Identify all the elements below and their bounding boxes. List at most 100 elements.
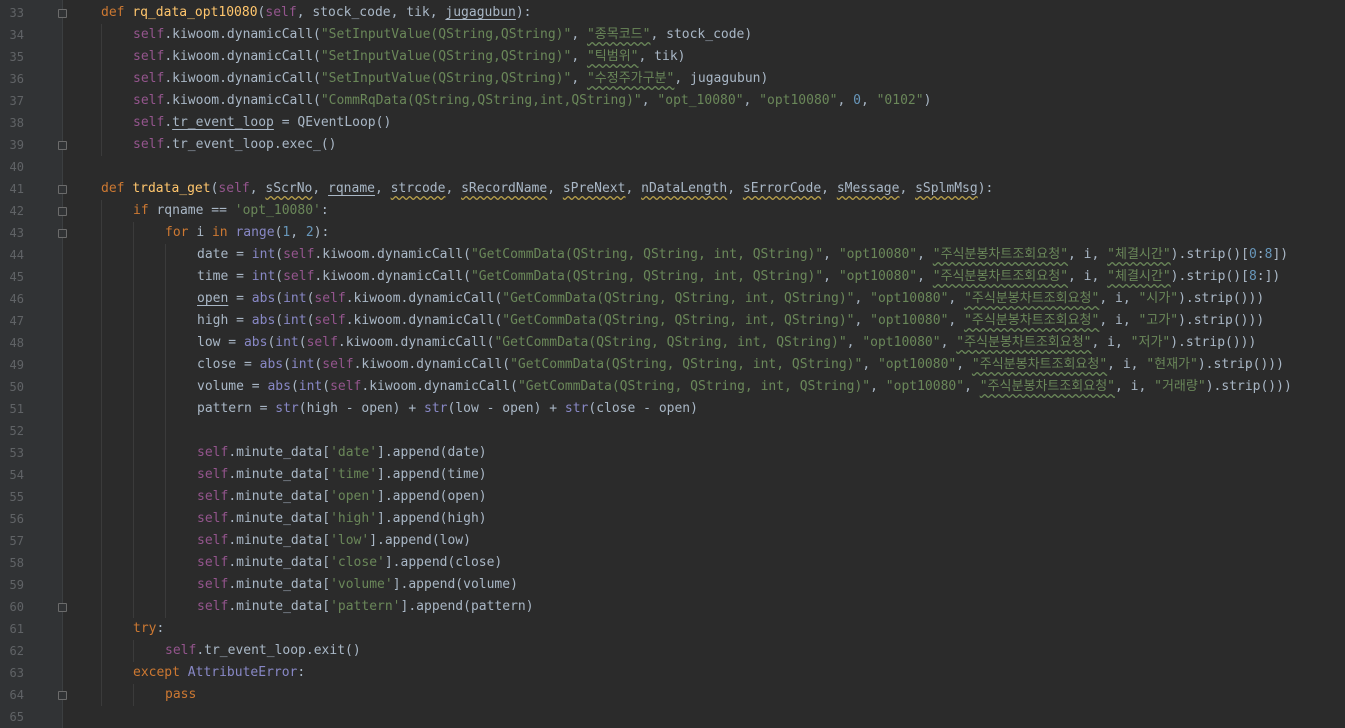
code-line[interactable]: 46 open = abs(int(self.kiwoom.dynamicCall… xyxy=(0,288,1345,310)
code-token: ( xyxy=(283,357,291,372)
fold-marker-icon[interactable] xyxy=(58,603,67,612)
code-line[interactable]: 41 def trdata_get(self, sScrNo, rqname, s… xyxy=(0,178,1345,200)
code-token: .minute_data[ xyxy=(228,555,331,570)
line-number: 45 xyxy=(9,270,24,284)
code-token: "주식분봉차트조회요청" xyxy=(932,269,1069,284)
code-token: AttributeError xyxy=(187,665,298,680)
code-token: "GetCommData(QString, QString, int, QStr… xyxy=(502,313,855,328)
code-text: def rq_data_opt10080(self, stock_code, t… xyxy=(101,2,532,24)
code-token: , xyxy=(899,181,916,196)
code-line[interactable]: 64 pass xyxy=(0,684,1345,706)
code-token: ).strip())) xyxy=(1197,357,1284,372)
fold-marker-icon[interactable] xyxy=(58,207,67,216)
code-line[interactable]: 56 self.minute_data['high'].append(high) xyxy=(0,508,1345,530)
code-token: ].append(high) xyxy=(377,511,487,526)
code-token: abs xyxy=(251,291,276,306)
code-token: 'open' xyxy=(330,489,378,504)
code-token: .kiwoom.dynamicCall( xyxy=(164,27,321,42)
code-token: ( xyxy=(275,291,284,306)
code-line[interactable]: 43 for i in range(1, 2): xyxy=(0,222,1345,244)
fold-marker-icon[interactable] xyxy=(58,141,67,150)
fold-marker-icon[interactable] xyxy=(58,185,67,194)
code-line[interactable]: 37 self.kiwoom.dynamicCall("CommRqData(QS… xyxy=(0,90,1345,112)
code-token: "GetCommData(QString, QString, int, QStr… xyxy=(510,357,863,372)
line-number: 35 xyxy=(9,50,24,64)
code-line[interactable]: 63 except AttributeError: xyxy=(0,662,1345,684)
code-token: , xyxy=(312,181,329,196)
code-token: sScrNo xyxy=(265,181,313,196)
line-number: 58 xyxy=(9,556,24,570)
line-number: 52 xyxy=(9,424,24,438)
code-token: : xyxy=(1256,247,1265,262)
code-token: (high - open) + xyxy=(298,401,424,416)
code-line[interactable]: 49 close = abs(int(self.kiwoom.dynamicCal… xyxy=(0,354,1345,376)
code-line[interactable]: 60 self.minute_data['pattern'].append(pat… xyxy=(0,596,1345,618)
code-token: .minute_data[ xyxy=(228,511,331,526)
line-number: 39 xyxy=(9,138,24,152)
code-line[interactable]: 34 self.kiwoom.dynamicCall("SetInputValue… xyxy=(0,24,1345,46)
code-line[interactable]: 50 volume = abs(int(self.kiwoom.dynamicCa… xyxy=(0,376,1345,398)
code-text: pass xyxy=(165,684,196,706)
code-token: self xyxy=(218,181,250,196)
code-line[interactable]: 62 self.tr_event_loop.exit() xyxy=(0,640,1345,662)
code-token: , xyxy=(547,181,563,196)
code-line[interactable]: 65 xyxy=(0,706,1345,728)
code-token: "주식분봉차트조회요청" xyxy=(971,357,1108,372)
code-line[interactable]: 36 self.kiwoom.dynamicCall("SetInputValue… xyxy=(0,68,1345,90)
code-editor[interactable]: 33 def rq_data_opt10080(self, stock_code,… xyxy=(0,0,1345,728)
fold-marker-icon[interactable] xyxy=(58,691,67,700)
code-line[interactable]: 40 xyxy=(0,156,1345,178)
line-number: 49 xyxy=(9,358,24,372)
code-text: self.minute_data['date'].append(date) xyxy=(197,442,487,464)
code-token: .kiwoom.dynamicCall( xyxy=(164,49,321,64)
code-token: "0102" xyxy=(876,93,924,108)
code-token: : xyxy=(156,621,165,636)
code-line[interactable]: 44 date = int(self.kiwoom.dynamicCall("Ge… xyxy=(0,244,1345,266)
code-text: low = abs(int(self.kiwoom.dynamicCall("G… xyxy=(197,332,1256,354)
code-line[interactable]: 54 self.minute_data['time'].append(time) xyxy=(0,464,1345,486)
code-line[interactable]: 39 self.tr_event_loop.exec_() xyxy=(0,134,1345,156)
code-line[interactable]: 42 if rqname == 'opt_10080': xyxy=(0,200,1345,222)
fold-marker-icon[interactable] xyxy=(58,229,67,238)
code-token: "opt10080" xyxy=(885,379,965,394)
code-token: , xyxy=(917,247,933,262)
code-token: rqname xyxy=(328,181,375,196)
code-line[interactable]: 52 xyxy=(0,420,1345,442)
code-token: "GetCommData(QString, QString, int, QStr… xyxy=(470,269,824,284)
code-token: 'pattern' xyxy=(330,599,401,614)
code-token: "opt10080" xyxy=(870,313,949,328)
code-line[interactable]: 45 time = int(self.kiwoom.dynamicCall("Ge… xyxy=(0,266,1345,288)
code-token: int xyxy=(251,247,276,262)
code-line[interactable]: 58 self.minute_data['close'].append(close… xyxy=(0,552,1345,574)
code-line[interactable]: 48 low = abs(int(self.kiwoom.dynamicCall(… xyxy=(0,332,1345,354)
code-token: "opt10080" xyxy=(759,93,838,108)
code-token: self xyxy=(197,599,229,614)
code-line[interactable]: 61 try: xyxy=(0,618,1345,640)
line-number: 56 xyxy=(9,512,24,526)
code-line[interactable]: 59 self.minute_data['volume'].append(volu… xyxy=(0,574,1345,596)
code-token: 'high' xyxy=(330,511,378,526)
code-token: trdata_get xyxy=(132,181,211,196)
fold-marker-icon[interactable] xyxy=(58,9,67,18)
code-line[interactable]: 33 def rq_data_opt10080(self, stock_code,… xyxy=(0,2,1345,24)
code-token: rq_data_opt10080 xyxy=(132,5,258,20)
code-token: self xyxy=(133,71,165,86)
code-line[interactable]: 55 self.minute_data['open'].append(open) xyxy=(0,486,1345,508)
code-token: , xyxy=(846,335,863,350)
code-text: self.kiwoom.dynamicCall("SetInputValue(Q… xyxy=(133,68,768,90)
code-token: str xyxy=(275,401,299,416)
code-token: "opt10080" xyxy=(862,335,941,350)
code-token: ( xyxy=(290,379,299,394)
line-number: 65 xyxy=(9,710,24,724)
code-line[interactable]: 51 pattern = str(high - open) + str(low -… xyxy=(0,398,1345,420)
code-line[interactable]: 53 self.minute_data['date'].append(date) xyxy=(0,442,1345,464)
code-token: ): xyxy=(313,225,330,240)
code-line[interactable]: 38 self.tr_event_loop = QEventLoop() xyxy=(0,112,1345,134)
line-number: 41 xyxy=(9,182,24,196)
code-line[interactable]: 47 high = abs(int(self.kiwoom.dynamicCall… xyxy=(0,310,1345,332)
code-token: "CommRqData(QString,QString,int,QString)… xyxy=(320,93,642,108)
code-token: self xyxy=(197,511,229,526)
code-line[interactable]: 57 self.minute_data['low'].append(low) xyxy=(0,530,1345,552)
code-token: .minute_data[ xyxy=(228,599,331,614)
code-line[interactable]: 35 self.kiwoom.dynamicCall("SetInputValue… xyxy=(0,46,1345,68)
